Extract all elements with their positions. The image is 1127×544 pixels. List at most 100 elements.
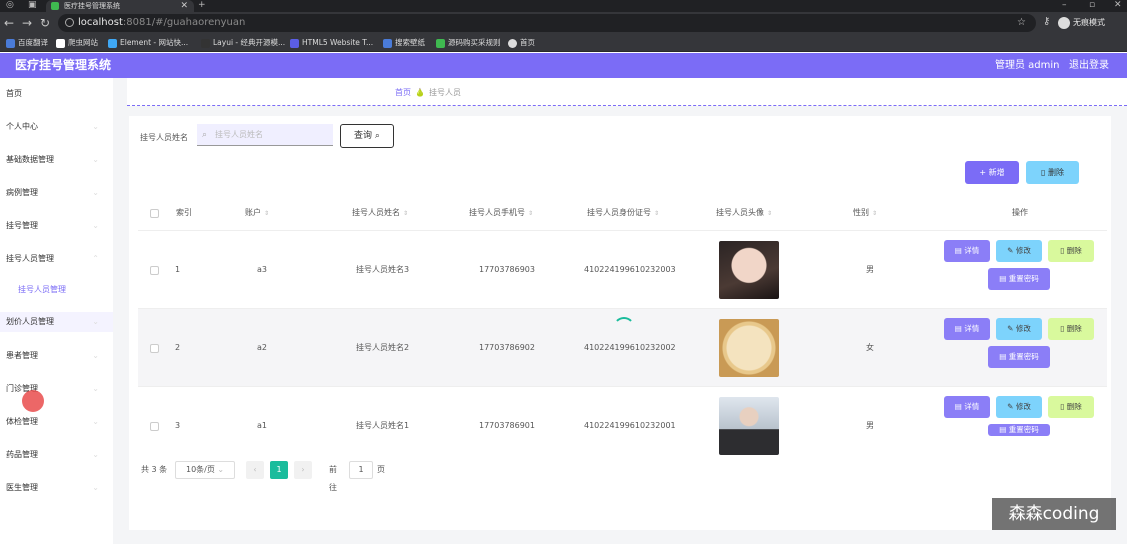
browser-tab[interactable]: 医疗挂号管理系统 ✕ [46,0,194,12]
delete-button[interactable]: ▯ 删除 [1048,318,1094,340]
bookmark-item[interactable]: Element - 网站快... [108,34,188,52]
page-number-current[interactable]: 1 [270,461,288,479]
next-page-button[interactable]: › [294,461,312,479]
browser-tab-strip: ◎ ▣ 医疗挂号管理系统 ✕ + – ▫ ✕ [0,0,1127,12]
bookmark-item[interactable]: 搜索壁纸 [383,34,425,52]
sidebar-item-outpatient[interactable]: 门诊管理 ⌄ [0,379,113,399]
search-input[interactable]: ⌕ 挂号人员姓名 [197,124,333,146]
search-button[interactable]: 查询 ⌕ [340,124,394,148]
row-checkbox[interactable] [150,422,159,431]
bookmark-item[interactable]: 百度翻译 [6,34,48,52]
sidebar-item-profile[interactable]: 个人中心 ⌄ [0,117,113,137]
tab-icon[interactable]: ▣ [28,0,37,11]
pagination-total: 共 3 条 [141,465,168,474]
reset-password-button[interactable]: ▤ 重置密码 [988,268,1050,290]
prev-page-button[interactable]: ‹ [246,461,264,479]
new-tab-icon[interactable]: + [198,0,206,11]
detail-label: 详情 [964,324,980,333]
sidebar-item-cases[interactable]: 病例管理 ⌄ [0,183,113,203]
goto-label: 前往 [329,465,337,492]
bookmark-icon [436,38,445,48]
column-header-phone[interactable]: 挂号人员手机号 ⇕ [469,196,533,231]
bookmark-star-icon[interactable]: ☆ [1017,14,1026,32]
column-header-name[interactable]: 挂号人员姓名 ⇕ [352,196,408,231]
bookmark-item[interactable]: HTML5 Website T... [290,34,373,52]
add-button[interactable]: + 新增 [965,161,1019,184]
incognito-indicator[interactable]: 无痕模式 [1058,15,1105,31]
url-input[interactable]: localhost:8081/#/guahaorenyuan ☆ [58,14,1036,32]
detail-label: 详情 [964,402,980,411]
chevron-down-icon: ⌄ [92,417,99,426]
bookmark-item[interactable]: 源码购买采规则 [436,34,501,52]
row-checkbox[interactable] [150,344,159,353]
reset-password-label: 重置密码 [1008,274,1039,283]
column-header-id-card[interactable]: 挂号人员身份证号 ⇕ [587,196,659,231]
minimize-icon[interactable]: – [1062,0,1067,11]
chevron-down-icon: ⌄ [217,465,225,474]
bookmark-icon [6,38,15,48]
sidebar-item-doctors[interactable]: 医生管理 ⌄ [0,478,113,498]
sidebar-item-label: 个人中心 [6,122,38,131]
delete-button[interactable]: ▯ 删除 [1048,240,1094,262]
trash-icon: ▯ [1060,324,1065,333]
detail-button[interactable]: ▤ 详情 [944,318,990,340]
url-host: localhost [78,17,123,28]
select-all-checkbox[interactable] [150,209,159,218]
sidebar-item-registration-staff[interactable]: 挂号人员管理 ⌃ [0,249,113,269]
plus-icon: + [979,168,987,177]
site-info-icon[interactable] [65,18,74,27]
column-header-account[interactable]: 账户 ⇕ [245,196,269,231]
reset-password-button[interactable]: ▤ 重置密码 [988,346,1050,368]
sidebar-item-pricing-staff[interactable]: 划价人员管理 ⌄ [0,312,113,332]
column-header-label: 挂号人员头像 [716,208,764,217]
sidebar-item-patients[interactable]: 患者管理 ⌄ [0,346,113,366]
page-size-select[interactable]: 10条/页 ⌄ [175,461,235,479]
browser-tab-title: 医疗挂号管理系统 [64,2,120,10]
sort-icon: ⇕ [264,210,270,217]
edit-button[interactable]: ✎ 修改 [996,318,1042,340]
close-tab-icon[interactable]: ✕ [180,0,188,12]
row-checkbox[interactable] [150,266,159,275]
cell-index: 2 [175,343,181,352]
maximize-icon[interactable]: ▫ [1089,0,1095,11]
back-icon[interactable]: ← [4,16,14,30]
batch-delete-button[interactable]: ▯ 删除 [1026,161,1079,184]
sidebar-item-registration[interactable]: 挂号管理 ⌄ [0,216,113,236]
batch-delete-label: 删除 [1047,168,1064,177]
reset-password-button[interactable]: ▤ 重置密码 [988,424,1050,436]
detail-button[interactable]: ▤ 详情 [944,240,990,262]
reload-icon[interactable]: ↻ [40,16,50,30]
column-header-avatar[interactable]: 挂号人员头像 ⇕ [716,196,772,231]
sort-icon: ⇕ [872,210,878,217]
key-icon[interactable]: ⚷ [1043,16,1050,27]
edit-button[interactable]: ✎ 修改 [996,396,1042,418]
incognito-icon [1058,16,1070,29]
logout-link[interactable]: 退出登录 [1069,53,1109,78]
column-header-gender[interactable]: 性别 ⇕ [853,196,877,231]
forward-icon[interactable]: → [22,16,32,30]
chevron-down-icon: ⌄ [92,317,99,326]
sort-icon: ⇕ [528,210,534,217]
sidebar-item-basic-data[interactable]: 基础数据管理 ⌄ [0,150,113,170]
bookmark-icon [108,38,117,48]
sidebar-item-home[interactable]: 首页 [0,84,113,104]
browser-menu-icon[interactable]: ◎ [6,0,14,11]
sidebar-item-checkup[interactable]: 体检管理 ⌄ [0,412,113,432]
bookmark-item[interactable]: 爬虫网站 [56,34,98,52]
sidebar-item-medicine[interactable]: 药品管理 ⌄ [0,445,113,465]
detail-button[interactable]: ▤ 详情 [944,396,990,418]
delete-button[interactable]: ▯ 删除 [1048,396,1094,418]
breadcrumb-home-link[interactable]: 首页 [395,88,411,97]
cell-index: 1 [175,265,181,274]
bookmark-item[interactable]: Layui - 经典开源模... [201,34,285,52]
incognito-label: 无痕模式 [1073,18,1105,27]
bookmark-item[interactable]: 首页 [508,34,535,52]
document-icon: ▤ [954,402,962,411]
sidebar-subitem-registration-staff[interactable]: 挂号人员管理 [0,280,113,300]
edit-button[interactable]: ✎ 修改 [996,240,1042,262]
sidebar-item-label: 挂号人员管理 [18,285,66,294]
cell-account: a1 [257,421,267,430]
close-window-icon[interactable]: ✕ [1114,0,1122,11]
column-header-label: 性别 [853,208,869,217]
goto-page-input[interactable]: 1 [349,461,373,479]
